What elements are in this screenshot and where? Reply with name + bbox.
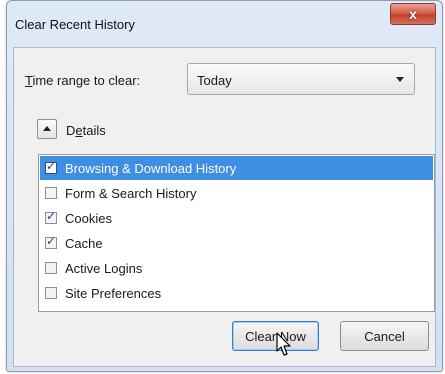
details-label-start: D <box>66 123 76 138</box>
list-item-browsing-download-history[interactable]: Browsing & Download History <box>40 156 433 180</box>
list-item-cache[interactable]: Cache <box>40 231 433 255</box>
time-range-dropdown[interactable]: Today <box>187 63 415 95</box>
clear-now-label: Clear Now <box>245 328 306 344</box>
list-item-site-preferences[interactable]: Site Preferences <box>40 281 433 305</box>
cache-checkbox[interactable] <box>45 234 57 249</box>
details-label: Details <box>66 123 106 138</box>
list-item-label: Cache <box>65 235 103 251</box>
history-items-list[interactable]: Browsing & Download History Form & Searc… <box>38 154 435 312</box>
form-search-checkbox[interactable] <box>45 187 57 199</box>
list-item-label: Browsing & Download History <box>65 160 237 176</box>
title-bar[interactable]: Clear Recent History x <box>7 1 442 47</box>
list-item-label: Form & Search History <box>65 185 197 201</box>
cancel-button[interactable]: Cancel <box>340 321 429 351</box>
details-label-rest: tails <box>82 123 106 138</box>
cookies-checkbox[interactable] <box>45 209 57 224</box>
site-preferences-checkbox[interactable] <box>45 287 57 299</box>
cancel-label: Cancel <box>364 328 405 344</box>
time-range-label: Time range to clear: <box>25 73 140 88</box>
details-toggle-button[interactable] <box>37 119 57 139</box>
list-item-cookies[interactable]: Cookies <box>40 206 433 230</box>
list-item-label: Site Preferences <box>65 285 162 301</box>
list-item-label: Active Logins <box>65 260 143 276</box>
list-item-label: Cookies <box>65 210 112 226</box>
clear-history-dialog: Clear Recent History x Time range to cle… <box>6 0 443 372</box>
close-icon: x <box>409 6 417 22</box>
browsing-download-checkbox[interactable] <box>45 159 57 174</box>
active-logins-checkbox[interactable] <box>45 262 57 274</box>
list-item-form-search-history[interactable]: Form & Search History <box>40 181 433 205</box>
time-range-label-rest: ime range to clear: <box>32 73 141 88</box>
details-label-mnemonic: e <box>75 123 83 138</box>
clear-now-button[interactable]: Clear Now <box>232 321 319 351</box>
time-range-selected: Today <box>197 73 232 88</box>
dialog-title: Clear Recent History <box>15 17 135 32</box>
close-button[interactable]: x <box>390 3 436 25</box>
list-item-active-logins[interactable]: Active Logins <box>40 256 433 280</box>
dialog-content: Time range to clear: Today Details Brows… <box>13 47 436 367</box>
chevron-down-icon <box>396 77 404 82</box>
